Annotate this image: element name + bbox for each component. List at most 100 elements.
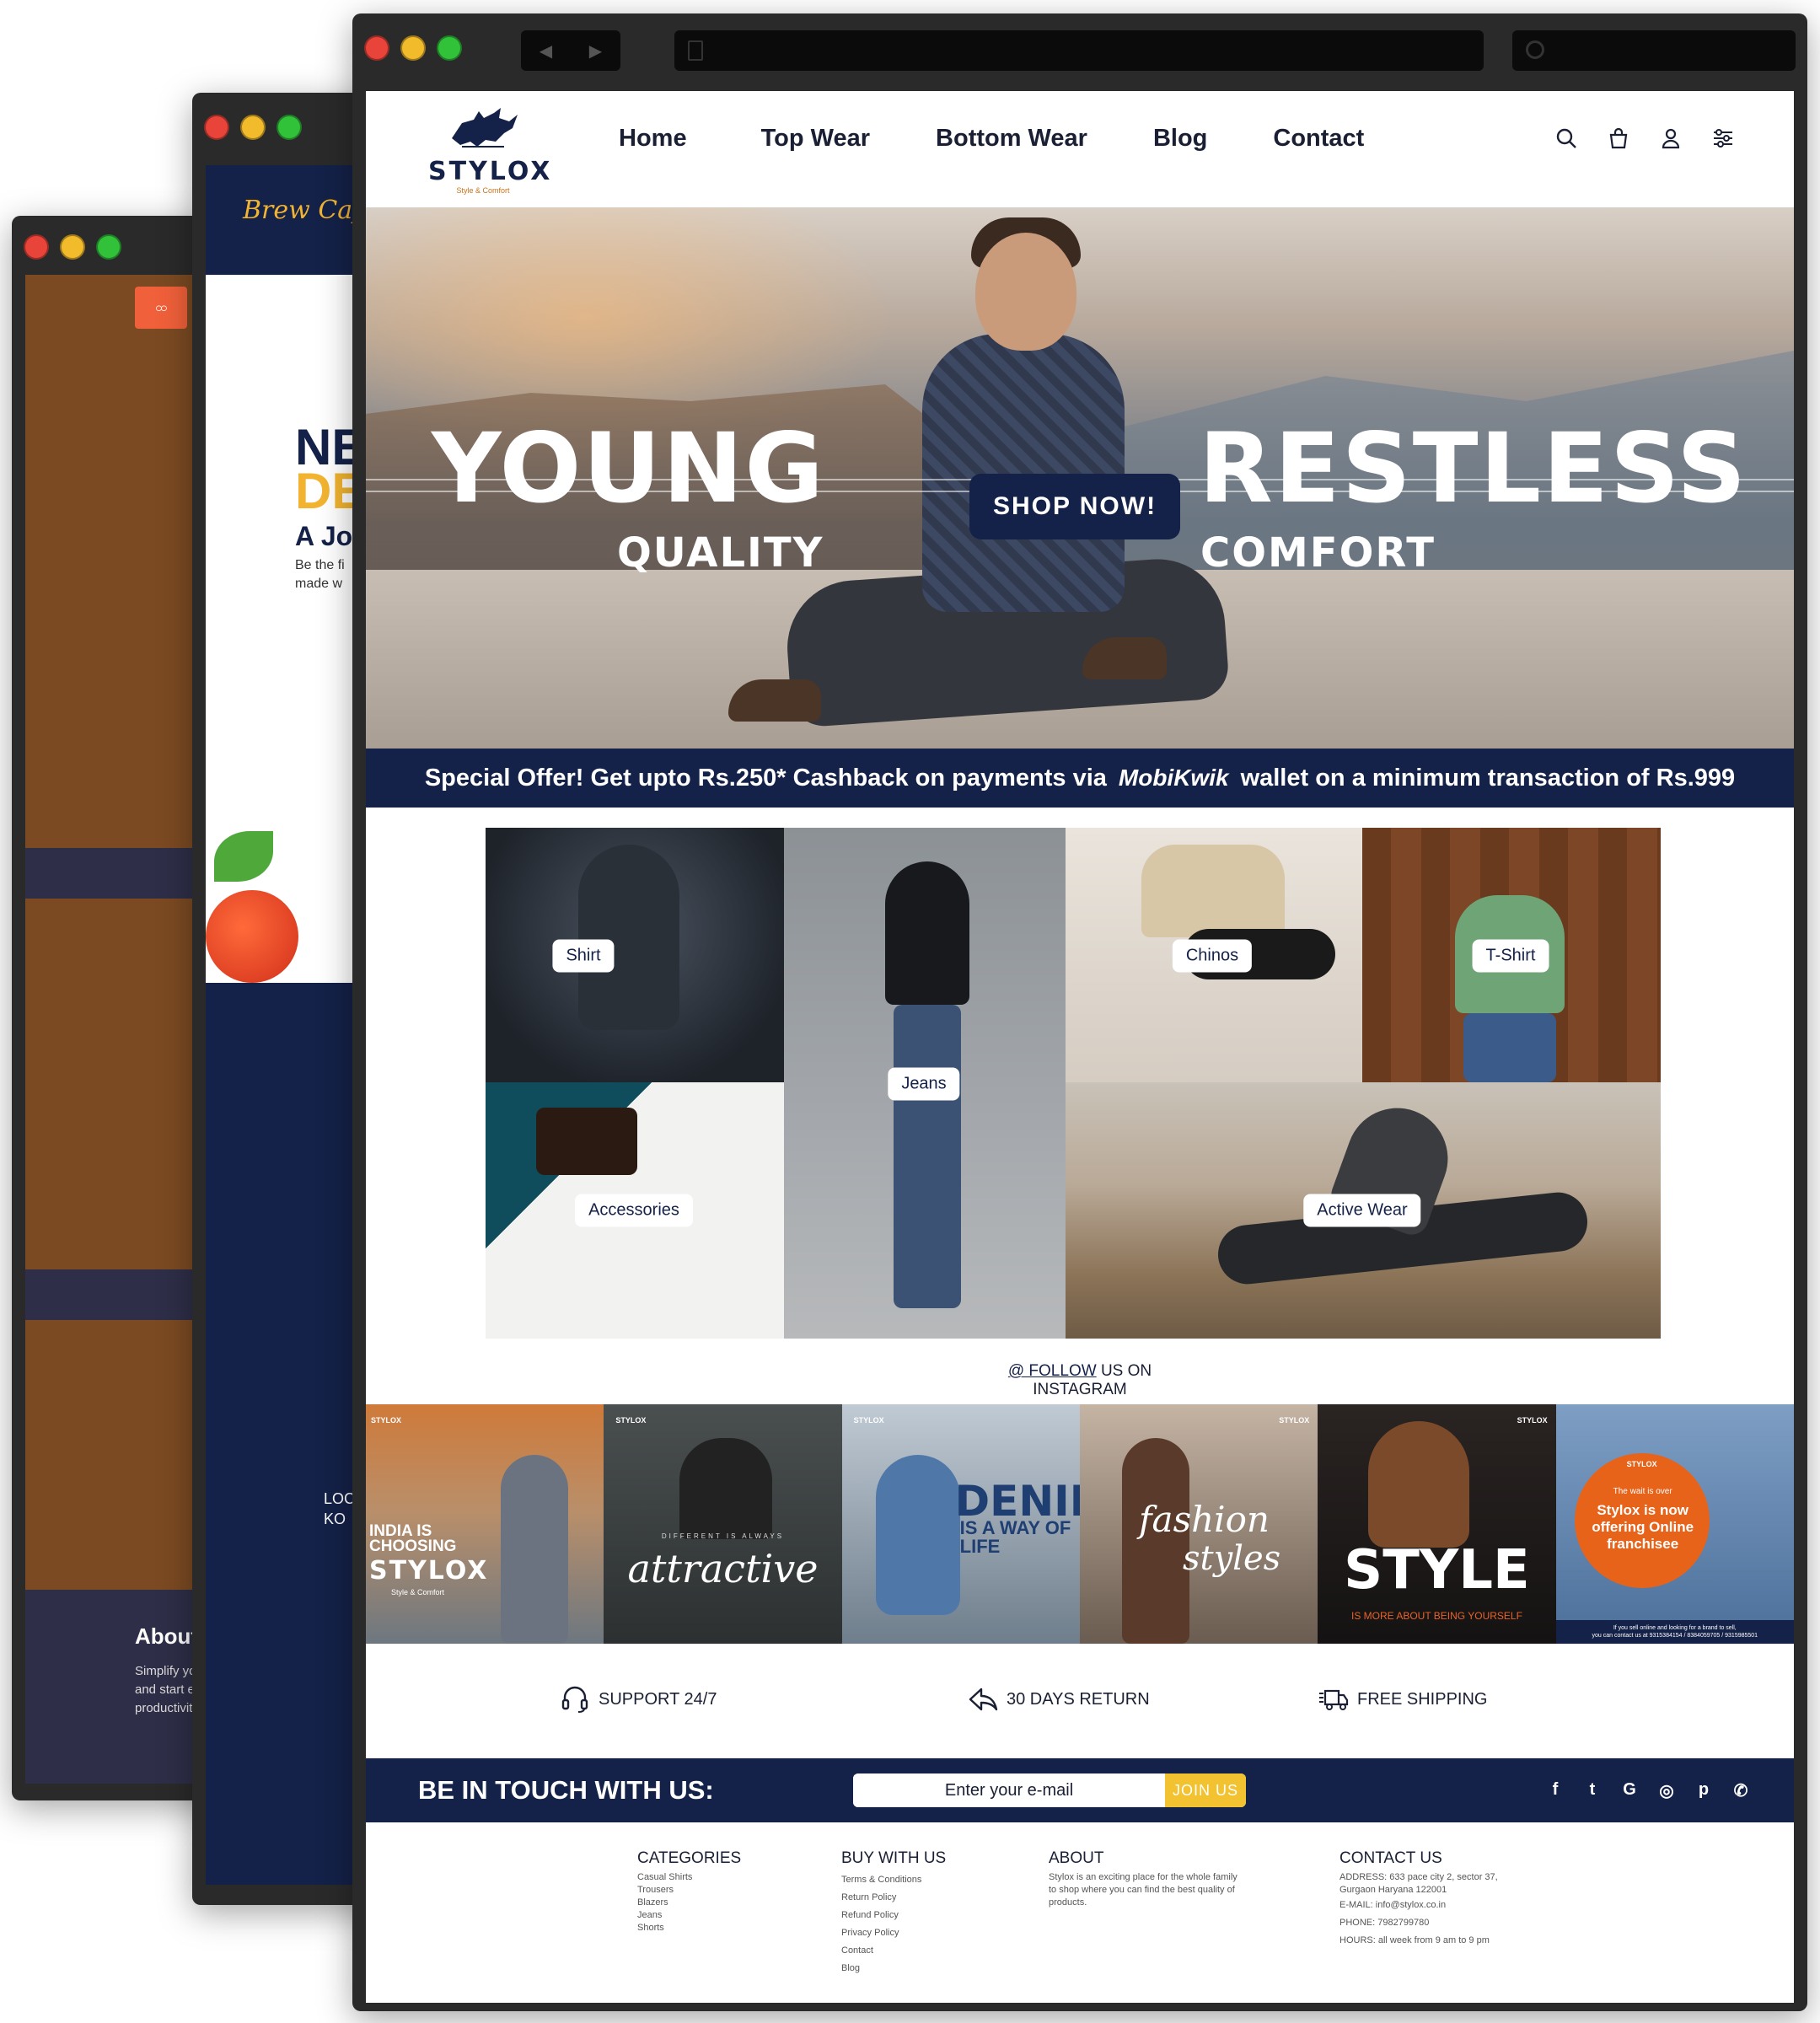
feature-label: SUPPORT 24/7 [599,1689,717,1709]
forward-icon[interactable]: ▶ [589,40,602,62]
instagram-post[interactable]: STYLOX DIFFERENT IS ALWAYS attractive [604,1404,842,1644]
post-model [1368,1421,1470,1548]
feature-return: 30 DAYS RETURN [968,1684,1150,1714]
close-window-button[interactable] [204,115,229,140]
post-text: fashion [1138,1499,1270,1540]
address-bar[interactable] [674,30,1484,71]
post-model [679,1438,773,1539]
truck-icon [1319,1689,1349,1710]
filter-icon[interactable] [1711,126,1735,150]
footer-link[interactable]: Contact [841,1942,946,1960]
footer-email[interactable]: E-MAIL: info@stylox.co.in [1339,1897,1533,1914]
instagram-post[interactable]: STYLOX fashion styles [1079,1404,1318,1644]
nav-contact[interactable]: Contact [1273,125,1364,153]
user-icon[interactable] [1659,126,1683,150]
footer-hours: HOURS: all week from 9 am to 9 pm [1339,1935,1490,1945]
brand-tagline: Style & Comfort [456,186,510,195]
footer-heading: CONTACT US [1339,1849,1442,1867]
newsletter-title: BE IN TOUCH WITH US: [418,1775,714,1805]
instagram-post[interactable]: STYLOX STYLE IS MORE ABOUT BEING YOURSEL… [1318,1404,1556,1644]
hero-subheading: A Jo [295,521,353,551]
close-window-button[interactable] [364,35,389,61]
footer-categories: CATEGORIES Casual Shirts Trousers Blazer… [637,1849,741,1934]
post-text: IS MORE ABOUT BEING YOURSELF [1351,1610,1522,1622]
productivity-logo: ထ [135,287,187,329]
nav-blog[interactable]: Blog [1153,125,1207,153]
browser-window-stylox[interactable]: ◀ ▶ STYLOX Style & Comfort Home Top Wear… [352,13,1807,2011]
footer-link[interactable]: Jeans [637,1909,741,1922]
facebook-icon[interactable]: f [1546,1780,1565,1801]
minimize-window-button[interactable] [60,234,85,260]
model-shoe [728,679,821,722]
post-text: STYLE [1344,1539,1530,1602]
footer-phone[interactable]: PHONE: 7982799780 [1339,1914,1533,1932]
footer-link[interactable]: Blazers [637,1897,741,1909]
nav-top-wear[interactable]: Top Wear [761,125,870,153]
search-icon[interactable] [1554,126,1578,150]
email-input[interactable] [853,1773,1165,1807]
instagram-icon[interactable]: ◎ [1657,1780,1676,1801]
nav-bottom-wear[interactable]: Bottom Wear [936,125,1087,153]
category-grid: Shirt Jeans Chinos T-Shirt Accessories A… [486,828,1661,1339]
twitter-icon[interactable]: t [1583,1780,1602,1801]
newsletter-form: JOIN US [853,1773,1246,1807]
window-controls [364,35,462,61]
feature-label: FREE SHIPPING [1357,1689,1488,1709]
post-model [1121,1438,1189,1644]
about-title: About [135,1623,199,1649]
back-icon[interactable]: ◀ [540,40,552,62]
footer-link[interactable]: Shorts [637,1922,741,1934]
bull-logo-icon [452,108,518,148]
tomato-image [206,890,298,983]
browser-search-bar[interactable] [1512,30,1796,71]
post-model [875,1455,960,1615]
nav-home[interactable]: Home [619,125,687,153]
footer-heading: ABOUT [1049,1849,1104,1867]
footer-link[interactable]: Blog [841,1960,946,1977]
category-label: Shirt [552,939,615,973]
category-tile-tshirt[interactable]: T-Shirt [1362,828,1661,1082]
post-text: STYLOX [369,1556,489,1586]
category-tile-chinos[interactable]: Chinos [1066,828,1362,1082]
feature-support: SUPPORT 24/7 [560,1684,717,1714]
join-us-button[interactable]: JOIN US [1165,1773,1246,1807]
footer-link[interactable]: Refund Policy [841,1907,946,1924]
hero-description: Be the fi made w [295,558,345,591]
instagram-post[interactable]: STYLOX The wait is over Stylox is now of… [1555,1404,1794,1644]
nav-icon-group [1554,126,1735,150]
footer-link[interactable]: Return Policy [841,1889,946,1907]
bag-icon[interactable] [1607,126,1630,150]
maximize-window-button[interactable] [437,35,462,61]
maximize-window-button[interactable] [276,115,302,140]
category-tile-active-wear[interactable]: Active Wear [1066,1082,1661,1339]
google-icon[interactable]: G [1620,1780,1639,1801]
instagram-feed: STYLOX INDIA IS CHOOSING STYLOX Style & … [366,1404,1794,1644]
shop-now-button[interactable]: SHOP NOW! [969,474,1180,539]
category-tile-shirt[interactable]: Shirt [486,828,784,1082]
pinterest-icon[interactable]: p [1694,1780,1713,1801]
post-brand: STYLOX [1626,1460,1657,1468]
footer-link[interactable]: Privacy Policy [841,1924,946,1942]
instagram-follow-link[interactable]: @ FOLLOW [1008,1362,1097,1380]
footer-link[interactable]: Casual Shirts [637,1871,741,1884]
follow-text-line2: INSTAGRAM [1033,1381,1127,1398]
post-text: INDIA IS CHOOSING [369,1522,457,1555]
stylox-logo[interactable]: STYLOX Style & Comfort [428,105,550,197]
category-label: Jeans [888,1067,960,1101]
maximize-window-button[interactable] [96,234,121,260]
footer-address: ADDRESS: 633 pace city 2, sector 37, Gur… [1339,1872,1498,1895]
follow-text: US ON [1100,1362,1152,1380]
wallet-image [536,1108,637,1175]
basil-leaf-image [214,831,273,882]
category-tile-jeans[interactable]: Jeans [784,828,1066,1339]
whatsapp-icon[interactable]: ✆ [1731,1780,1750,1801]
minimize-window-button[interactable] [240,115,266,140]
footer-link[interactable]: Trousers [637,1884,741,1897]
instagram-post[interactable]: STYLOX INDIA IS CHOOSING STYLOX Style & … [366,1404,604,1644]
footer-link[interactable]: Terms & Conditions [841,1871,946,1889]
category-tile-accessories[interactable]: Accessories [486,1082,784,1339]
minimize-window-button[interactable] [400,35,426,61]
instagram-post[interactable]: STYLOX DENIM IS A WAY OF LIFE [841,1404,1080,1644]
close-window-button[interactable] [24,234,49,260]
post-text: If you sell online and looking for a bra… [1555,1620,1794,1644]
